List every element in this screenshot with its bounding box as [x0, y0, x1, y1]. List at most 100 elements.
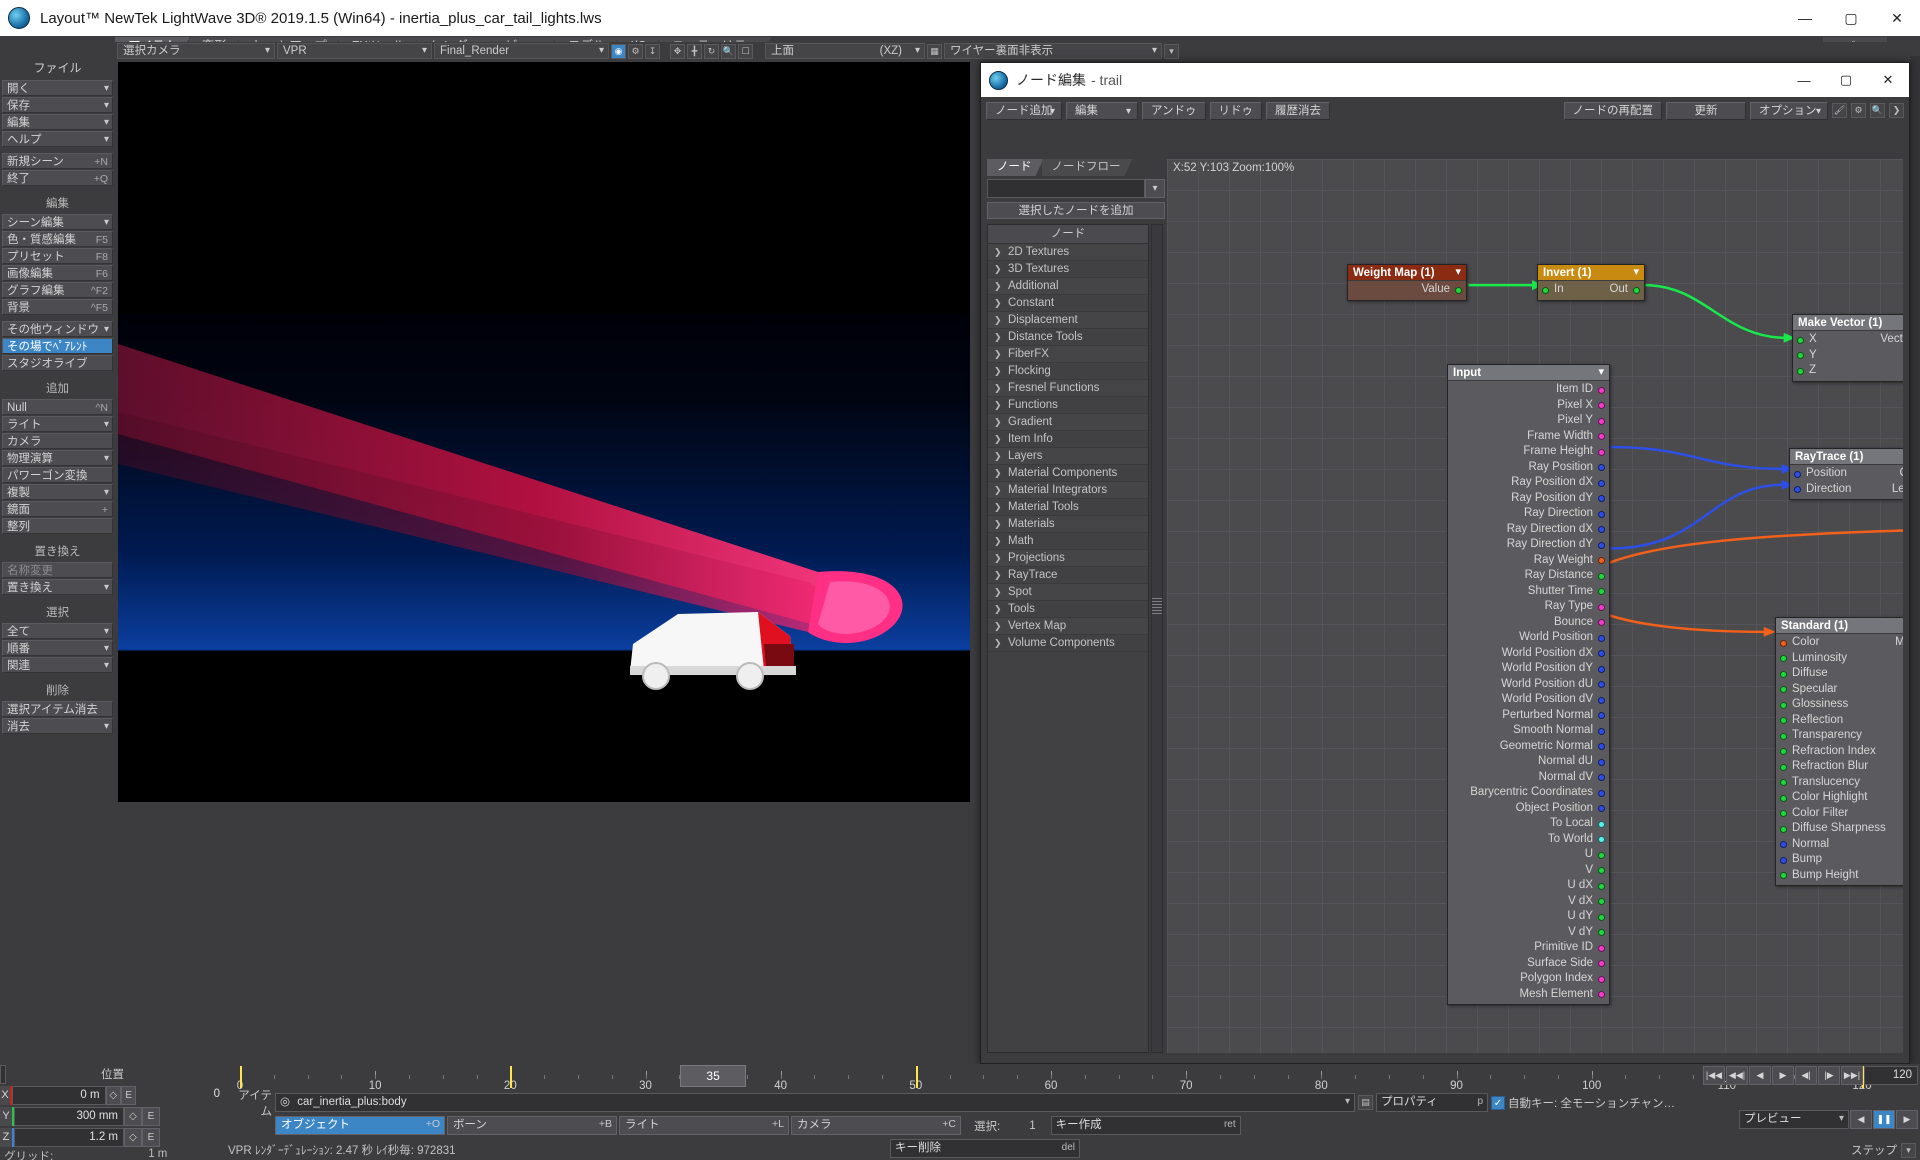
coordinate-value-x[interactable]: 0 m	[12, 1085, 106, 1105]
add-node-button[interactable]: ノード追加	[986, 101, 1062, 120]
current-frame-field[interactable]: 0	[144, 1085, 225, 1105]
node-port-output-dot[interactable]	[1598, 634, 1605, 642]
node-category-item[interactable]: FiberFX	[988, 346, 1148, 363]
pan-tool-icon[interactable]: ╋	[687, 43, 702, 59]
node-port-output-dot[interactable]	[1598, 944, 1605, 952]
node-port-input-dot[interactable]	[1780, 810, 1787, 817]
node-port-output-dot[interactable]	[1598, 774, 1605, 781]
pick-color-icon[interactable]: 🖌	[1832, 103, 1847, 118]
node-category-item[interactable]: 2D Textures	[988, 244, 1148, 261]
camera-view-icon[interactable]: ◉	[611, 43, 626, 59]
node-port-output-dot[interactable]	[1598, 960, 1605, 967]
node-port-output-dot[interactable]	[1598, 758, 1605, 766]
sidebar-item-6-2[interactable]: 関連 ▾	[2, 657, 113, 673]
sidebar-item-4-0[interactable]: Null ^N	[2, 399, 113, 415]
sidebar-item-1-0[interactable]: 新規シーン +N	[2, 153, 113, 169]
node-search-input[interactable]	[987, 179, 1145, 198]
node-header[interactable]: Invert (1)	[1538, 264, 1644, 281]
node-port-output-dot[interactable]	[1598, 681, 1605, 688]
edit-menu-button[interactable]: 編集	[1066, 101, 1138, 120]
axis-label-y[interactable]: Y	[0, 1106, 14, 1126]
mode-button-3[interactable]: カメラ +C	[791, 1116, 961, 1135]
node-port-output-dot[interactable]	[1598, 402, 1605, 409]
save-image-icon[interactable]: ↧	[645, 43, 660, 59]
envelope-button[interactable]: E	[121, 1085, 137, 1105]
settings-gear-icon[interactable]: ⚙	[628, 43, 643, 59]
redo-button[interactable]: リドゥ	[1209, 101, 1263, 120]
node-port-output-dot[interactable]	[1598, 727, 1605, 735]
node-port-output-dot[interactable]	[1598, 789, 1605, 797]
node-list-scrollbar[interactable]	[1151, 224, 1163, 1053]
sidebar-item-2-5[interactable]: 背景 ^F5	[2, 299, 113, 315]
node-port-output-dot[interactable]	[1598, 619, 1605, 626]
node-category-item[interactable]: RayTrace	[988, 567, 1148, 584]
key-create-button[interactable]: キー作成 ret	[1050, 1116, 1241, 1135]
node-port-output-dot[interactable]	[1598, 975, 1605, 983]
keyframe-marker[interactable]	[510, 1066, 513, 1088]
viewport-scrollbar[interactable]	[1910, 56, 1920, 1064]
sidebar-item-2-2[interactable]: プリセット F8	[2, 248, 113, 264]
node-port-output-dot[interactable]	[1598, 603, 1605, 611]
node-port-output-dot[interactable]	[1598, 448, 1605, 456]
keyframe-toggle-icon[interactable]: ◇	[124, 1127, 142, 1147]
node-port-input-dot[interactable]	[1794, 470, 1801, 478]
node-category-item[interactable]: Material Integrators	[988, 482, 1148, 499]
node-port-input-dot[interactable]	[1780, 856, 1787, 864]
node-port-output-dot[interactable]	[1598, 882, 1605, 890]
node-port-input-dot[interactable]	[1794, 486, 1801, 493]
graph-node-makevector[interactable]: Make Vector (1) X Vector YZ	[1792, 314, 1903, 382]
node-category-item[interactable]: Functions	[988, 397, 1148, 414]
node-category-item[interactable]: Displacement	[988, 312, 1148, 329]
shading-mode-dropdown[interactable]: ワイヤー裏面非表示 ▾	[944, 43, 1162, 59]
node-port-output-dot[interactable]	[1598, 510, 1605, 518]
prev-key-button[interactable]: ◀◀|	[1726, 1066, 1748, 1085]
clear-history-button[interactable]: 履歴消去	[1266, 101, 1331, 120]
preview-pause-button[interactable]: ❚❚	[1873, 1110, 1895, 1129]
node-category-item[interactable]: Fresnel Functions	[988, 380, 1148, 397]
node-category-item[interactable]: Item Info	[988, 431, 1148, 448]
node-port-input-dot[interactable]	[1780, 701, 1787, 709]
search-icon[interactable]: 🔍	[1870, 103, 1885, 118]
keyframe-marker[interactable]	[240, 1066, 242, 1088]
node-port-output-dot[interactable]	[1598, 479, 1605, 487]
node-port-input-dot[interactable]	[1780, 825, 1787, 833]
envelope-button[interactable]: E	[142, 1127, 160, 1147]
node-port-output-dot[interactable]	[1598, 696, 1605, 704]
sidebar-item-3-0[interactable]: その他ウィンドウ ▾	[2, 321, 113, 337]
node-category-item[interactable]: Flocking	[988, 363, 1148, 380]
node-port-input-dot[interactable]	[1780, 841, 1787, 848]
options-button[interactable]: オプション	[1750, 101, 1828, 120]
node-header[interactable]: Input	[1448, 364, 1609, 381]
node-category-item[interactable]: Materials	[988, 516, 1148, 533]
node-category-item[interactable]: Tools	[988, 601, 1148, 618]
node-port-output-dot[interactable]	[1598, 417, 1605, 425]
node-category-item[interactable]: Gradient	[988, 414, 1148, 431]
node-port-output-dot[interactable]	[1598, 820, 1605, 828]
mode-button-0[interactable]: オブジェクト +O	[275, 1116, 445, 1135]
close-button[interactable]: ✕	[1874, 0, 1920, 36]
node-category-item[interactable]: Constant	[988, 295, 1148, 312]
sidebar-item-0-2[interactable]: 編集 ▾	[2, 114, 113, 130]
node-search-dropdown[interactable]: ▾	[1145, 179, 1165, 198]
maximize-button[interactable]: ▢	[1825, 63, 1867, 97]
sidebar-item-4-6[interactable]: 鏡面 +	[2, 501, 113, 517]
node-category-item[interactable]: Additional	[988, 278, 1148, 295]
node-editor-tab-1[interactable]: ノードフロー	[1042, 159, 1133, 176]
rotate-tool-icon[interactable]: ↻	[704, 43, 719, 59]
node-category-item[interactable]: Material Tools	[988, 499, 1148, 516]
camera-select-dropdown[interactable]: 選択カメラ ▾	[117, 43, 275, 59]
node-port-output-dot[interactable]	[1598, 665, 1605, 673]
sidebar-item-4-5[interactable]: 複製 ▾	[2, 484, 113, 500]
graph-node-raytrace[interactable]: RayTrace (1) Position Color Direction Length	[1789, 448, 1903, 500]
node-port-output-dot[interactable]	[1598, 867, 1605, 874]
node-port-input-dot[interactable]	[1780, 794, 1787, 802]
item-selector[interactable]: ◎ car_inertia_plus:body ▾	[275, 1093, 1355, 1112]
node-port-output-dot[interactable]	[1598, 464, 1605, 471]
coordinate-value-z[interactable]: 1.2 m	[14, 1127, 124, 1147]
play-button[interactable]: ▶	[1772, 1066, 1794, 1085]
expand-right-icon[interactable]: ❯	[1889, 103, 1904, 118]
envelope-button[interactable]: E	[142, 1106, 160, 1126]
node-header[interactable]: Make Vector (1)	[1793, 315, 1903, 331]
sidebar-item-2-0[interactable]: シーン編集 ▾	[2, 214, 113, 230]
settings-gear-icon[interactable]: ⚙	[1851, 103, 1866, 118]
